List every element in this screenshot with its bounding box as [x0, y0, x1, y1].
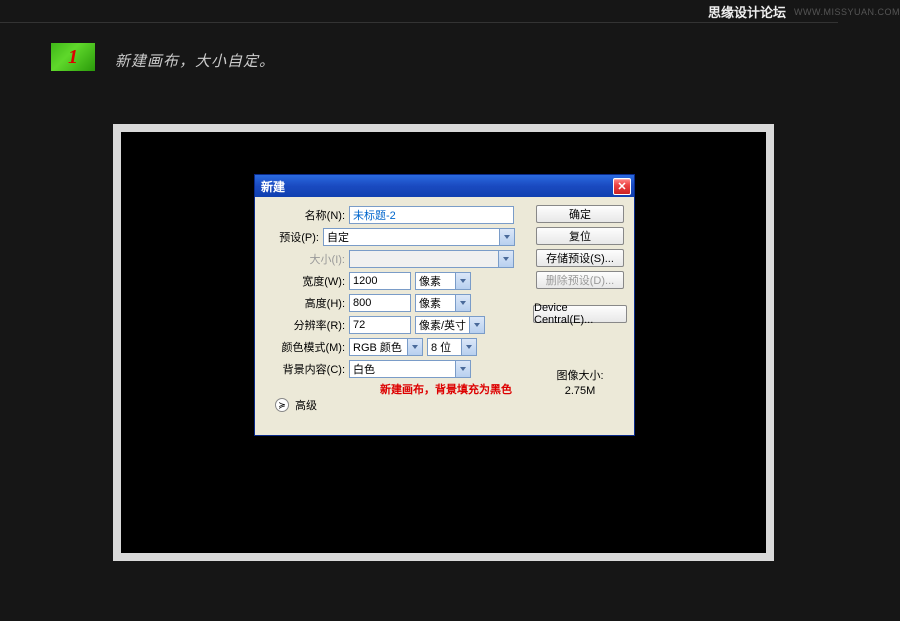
device-central-button[interactable]: Device Central(E)... [533, 305, 627, 323]
chevron-down-icon [461, 339, 476, 355]
bits-select[interactable]: 8 位 [427, 338, 477, 356]
close-button[interactable]: ✕ [613, 178, 631, 195]
divider [0, 22, 838, 23]
dialog-title: 新建 [261, 178, 285, 195]
site-title: 思缘设计论坛 [708, 2, 786, 21]
bits-value: 8 位 [431, 339, 451, 355]
dialog-body: 名称(N): 预设(P): 自定 大小(I): [255, 197, 634, 435]
colormode-select[interactable]: RGB 颜色 [349, 338, 423, 356]
height-unit: 像素 [419, 295, 441, 311]
save-preset-button[interactable]: 存储预设(S)... [536, 249, 624, 267]
height-input[interactable] [349, 294, 411, 312]
chevron-down-icon [455, 295, 470, 311]
width-label: 宽度(W): [255, 273, 345, 289]
name-input[interactable] [349, 206, 514, 224]
colormode-label: 颜色模式(M): [255, 339, 345, 355]
resolution-label: 分辨率(R): [255, 317, 345, 333]
preset-value: 自定 [327, 229, 349, 245]
step-description: 新建画布，大小自定。 [115, 50, 275, 71]
titlebar[interactable]: 新建 ✕ [255, 175, 634, 197]
bg-select[interactable]: 白色 [349, 360, 471, 378]
canvas-area: 新建 ✕ 名称(N): 预设(P): 自定 大小(I): [121, 132, 766, 553]
image-size-label: 图像大小: [536, 367, 624, 383]
expand-button[interactable]: ≽ [275, 398, 289, 412]
chevron-down-icon [498, 251, 513, 267]
bg-value: 白色 [353, 361, 375, 377]
preset-label: 预设(P): [255, 229, 319, 245]
width-input[interactable] [349, 272, 411, 290]
colormode-value: RGB 颜色 [353, 339, 402, 355]
reset-button[interactable]: 复位 [536, 227, 624, 245]
screenshot-frame: 新建 ✕ 名称(N): 预设(P): 自定 大小(I): [113, 124, 774, 561]
chevron-down-icon [455, 361, 470, 377]
chevron-down-icon [455, 273, 470, 289]
width-unit-select[interactable]: 像素 [415, 272, 471, 290]
step-number: 1 [68, 46, 78, 69]
image-size-value: 2.75M [536, 385, 624, 397]
advanced-label: 高级 [295, 397, 317, 413]
height-unit-select[interactable]: 像素 [415, 294, 471, 312]
page-header: 思缘设计论坛 WWW.MISSYUAN.COM [708, 2, 900, 21]
preset-select[interactable]: 自定 [323, 228, 515, 246]
chevron-down-icon [469, 317, 484, 333]
site-url: WWW.MISSYUAN.COM [794, 7, 900, 17]
chevron-down-icon [407, 339, 422, 355]
new-dialog: 新建 ✕ 名称(N): 预设(P): 自定 大小(I): [254, 174, 635, 436]
resolution-input[interactable] [349, 316, 411, 334]
width-unit: 像素 [419, 273, 441, 289]
delete-preset-button: 删除预设(D)... [536, 271, 624, 289]
resolution-unit: 像素/英寸 [419, 317, 466, 333]
size-select [349, 250, 514, 268]
chevron-down-icon [499, 229, 514, 245]
height-label: 高度(H): [255, 295, 345, 311]
size-label: 大小(I): [255, 251, 345, 267]
name-label: 名称(N): [255, 207, 345, 223]
step-badge: 1 [51, 43, 95, 71]
bg-label: 背景内容(C): [255, 361, 345, 377]
annotation-note: 新建画布，背景填充为黑色 [380, 381, 512, 397]
ok-button[interactable]: 确定 [536, 205, 624, 223]
resolution-unit-select[interactable]: 像素/英寸 [415, 316, 485, 334]
